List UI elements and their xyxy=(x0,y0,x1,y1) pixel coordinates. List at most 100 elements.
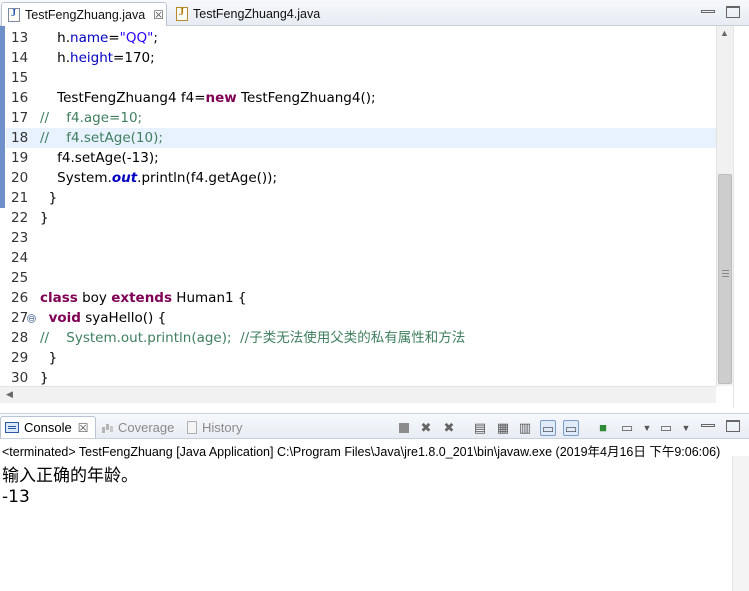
tab-label: History xyxy=(202,419,243,435)
code-line[interactable]: 22} xyxy=(0,208,716,228)
console-vertical-scrollbar[interactable] xyxy=(732,456,749,591)
code-token: } xyxy=(40,350,58,366)
console-output[interactable]: <terminated> TestFengZhuang [Java Applic… xyxy=(0,439,749,591)
code-text: } xyxy=(40,348,58,368)
line-number: 14 xyxy=(11,50,29,66)
open-console-icon[interactable]: ▭ xyxy=(658,420,674,436)
minimize-icon[interactable] xyxy=(701,10,715,13)
tab-testfengzhuang[interactable]: TestFengZhuang.java ☒ xyxy=(1,2,167,26)
remove-all-icon[interactable]: ✖ xyxy=(441,420,457,436)
code-token: ; xyxy=(153,30,158,46)
code-text: } xyxy=(40,208,49,228)
code-line[interactable]: 23 xyxy=(0,228,716,248)
code-line[interactable]: 19 f4.setAge(-13); xyxy=(0,148,716,168)
tab-coverage[interactable]: Coverage xyxy=(98,416,178,438)
launch-info: <terminated> TestFengZhuang [Java Applic… xyxy=(2,445,721,459)
scrollbar-thumb[interactable] xyxy=(718,174,732,384)
code-text: void syaHello() { xyxy=(40,308,167,328)
code-line[interactable]: 25 xyxy=(0,268,716,288)
scroll-lock-icon[interactable]: ▤ xyxy=(472,420,488,436)
line-number: 24 xyxy=(11,250,29,266)
maximize-icon[interactable] xyxy=(726,6,740,18)
code-token: extends xyxy=(111,290,173,306)
close-icon[interactable]: ☒ xyxy=(153,8,164,22)
code-token: name xyxy=(70,30,109,46)
java-file-icon xyxy=(8,7,20,22)
code-line[interactable]: 15 xyxy=(0,68,716,88)
code-token: // f4.age=10; xyxy=(40,110,143,126)
scroll-up-icon[interactable]: ▲ xyxy=(717,28,732,38)
code-token: void xyxy=(48,310,81,326)
code-line[interactable]: 29 } xyxy=(0,348,716,368)
remove-launch-icon[interactable]: ✖ xyxy=(418,420,434,436)
code-token: height xyxy=(70,50,114,66)
code-line[interactable]: 28 // System.out.println(age); //子类无法使用父类… xyxy=(0,328,716,348)
code-line[interactable]: 21 } xyxy=(0,188,716,208)
show-stdout-icon[interactable]: ▭ xyxy=(540,420,556,436)
minimize-icon[interactable] xyxy=(701,424,715,427)
history-icon xyxy=(187,420,197,434)
word-wrap-icon[interactable]: ▦ xyxy=(495,420,511,436)
tab-history[interactable]: History xyxy=(183,416,246,438)
editor-tab-bar: TestFengZhuang.java ☒ TestFengZhuang4.ja… xyxy=(0,0,749,26)
line-number: 21 xyxy=(11,190,29,206)
code-text: } xyxy=(40,188,58,208)
console-tab-bar: Console ☒ Coverage History ✖ ✖ ▤ ▦ ▥ ▭ ▭… xyxy=(0,413,749,439)
code-line[interactable]: 27 ⊖ void syaHello() { xyxy=(0,308,716,328)
code-text: // f4.setAge(10); xyxy=(40,128,163,148)
chevron-down-icon[interactable]: ▼ xyxy=(639,420,655,436)
line-number: 13 xyxy=(11,30,29,46)
line-number: 26 xyxy=(11,290,29,306)
code-line[interactable]: 24 xyxy=(0,248,716,268)
tab-testfengzhuang4[interactable]: TestFengZhuang4.java xyxy=(170,2,330,26)
maximize-icon[interactable] xyxy=(726,420,740,432)
code-token: h xyxy=(57,30,66,46)
scroll-left-icon[interactable]: ◀ xyxy=(2,389,17,400)
tab-label: TestFengZhuang4.java xyxy=(193,7,321,21)
pin-console-icon[interactable]: ■ xyxy=(595,420,611,436)
show-stderr-icon[interactable]: ▭ xyxy=(563,420,579,436)
code-token: // System.out.println(age); //子类无法使用父类的私… xyxy=(40,330,466,346)
code-token: =170; xyxy=(113,50,155,66)
tab-label: TestFengZhuang.java xyxy=(25,7,146,22)
close-icon[interactable]: ☒ xyxy=(78,421,89,435)
code-token: // f4.setAge(10); xyxy=(40,130,163,146)
code-line[interactable]: 18 // f4.setAge(10); xyxy=(0,128,716,148)
code-line[interactable]: 14 h.height=170; xyxy=(0,48,716,68)
line-number: 30 xyxy=(11,370,29,386)
code-text: // f4.age=10; xyxy=(40,108,142,128)
line-number: 17 xyxy=(11,110,29,126)
display-console-icon[interactable]: ▭ xyxy=(619,420,635,436)
code-token: } xyxy=(40,370,49,386)
code-line[interactable]: 17 // f4.age=10; xyxy=(0,108,716,128)
code-line[interactable]: 30} xyxy=(0,368,716,388)
code-token: = xyxy=(108,30,120,46)
code-text: TestFengZhuang4 f4=new TestFengZhuang4()… xyxy=(40,88,376,108)
console-icon xyxy=(5,422,19,433)
editor-horizontal-scrollbar[interactable]: ◀ xyxy=(0,386,716,403)
editor-vertical-scrollbar[interactable]: ▲ xyxy=(716,26,733,386)
chevron-down-icon[interactable]: ▼ xyxy=(678,420,694,436)
terminate-icon[interactable] xyxy=(399,423,409,433)
tab-console[interactable]: Console ☒ xyxy=(0,416,96,438)
clear-console-icon[interactable]: ▥ xyxy=(517,420,533,436)
code-text: // System.out.println(age); //子类无法使用父类的私… xyxy=(40,328,465,348)
line-number: 22 xyxy=(11,210,29,226)
line-number: 25 xyxy=(11,270,29,286)
code-line[interactable]: 26 class boy extends Human1 { xyxy=(0,288,716,308)
code-editor[interactable]: 13 h.name="QQ"; 14 h.height=170; 15 16 Test… xyxy=(0,26,749,408)
code-token: boy xyxy=(77,290,112,306)
code-line[interactable]: 20 System.out.println(f4.getAge()); xyxy=(0,168,716,188)
code-token: TestFengZhuang4(); xyxy=(236,90,376,106)
code-text: f4.setAge(-13); xyxy=(40,148,159,168)
code-token: h. xyxy=(40,50,71,66)
code-line[interactable]: 16 TestFengZhuang4 f4=new TestFengZhuang… xyxy=(0,88,716,108)
fold-collapse-icon[interactable]: ⊖ xyxy=(27,314,36,323)
change-ruler xyxy=(0,26,6,408)
code-line[interactable]: 13 h.name="QQ"; xyxy=(0,28,716,48)
change-marker xyxy=(0,26,5,208)
console-output-line: -13 xyxy=(2,487,30,507)
code-area[interactable]: 13 h.name="QQ"; 14 h.height=170; 15 16 Test… xyxy=(0,26,716,386)
code-token: class xyxy=(40,290,78,306)
